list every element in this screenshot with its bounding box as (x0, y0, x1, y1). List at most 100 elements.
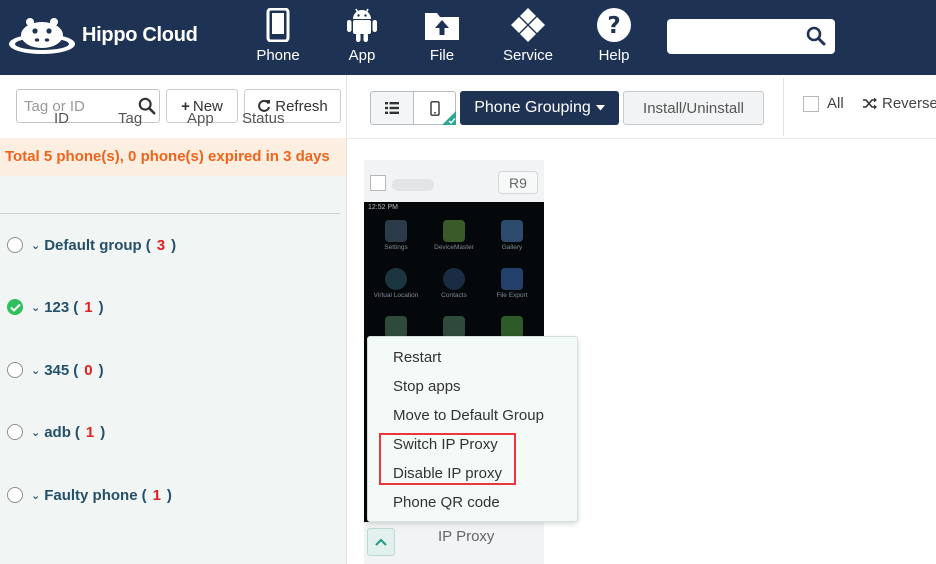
checkbox[interactable] (803, 95, 819, 112)
nav-phone[interactable]: Phone (243, 6, 313, 64)
select-all-checkbox[interactable]: All (803, 95, 844, 112)
phone-grouping-label: Phone Grouping (474, 99, 591, 116)
app-label: DeviceMaster (434, 244, 474, 251)
phone-id-redacted (392, 179, 434, 191)
nav-help[interactable]: ? Help (579, 6, 649, 64)
status-bar-time: 12:52 PM (368, 204, 398, 211)
android-icon (347, 8, 377, 42)
collapse-card-button[interactable] (367, 528, 395, 556)
group-radio[interactable] (7, 424, 23, 440)
gallery-app-icon (501, 220, 523, 242)
highlight-box (379, 433, 516, 485)
install-uninstall-button[interactable]: Install/Uninstall (623, 91, 764, 125)
app-label: Settings (384, 244, 408, 251)
app-logo[interactable]: Hippo Cloud (8, 14, 198, 56)
menu-item-stop-apps[interactable]: Stop apps (393, 378, 461, 395)
nav-app[interactable]: App (327, 6, 397, 64)
list-icon (385, 102, 399, 114)
contacts-app-icon (443, 268, 465, 290)
top-navigation-bar: Hippo Cloud Phone App File Service ? Hel… (0, 0, 936, 75)
app-label: Gallery (501, 244, 523, 251)
phone-select-checkbox[interactable] (370, 175, 386, 191)
group-name: Default group (44, 236, 142, 254)
column-header-tag[interactable]: Tag (118, 110, 142, 127)
help-icon: ? (597, 8, 631, 42)
group-count: 1 (84, 298, 93, 316)
group-count: 1 (85, 423, 95, 441)
select-all-label: All (827, 95, 844, 112)
group-count: 0 (84, 361, 93, 379)
group-row-adb[interactable]: ⌄ adb (1) (7, 422, 109, 442)
app-name: Hippo Cloud (82, 23, 198, 46)
toolbar-divider (783, 78, 784, 136)
devicemaster-app-icon (443, 220, 465, 242)
group-radio[interactable] (7, 362, 23, 378)
app-label: File Export (496, 292, 528, 299)
group-row-default[interactable]: ⌄ Default group (3) (7, 235, 180, 255)
chevron-down-icon[interactable]: ⌄ (31, 301, 40, 314)
nav-phone-label: Phone (256, 47, 300, 64)
top-search-box (667, 19, 835, 54)
check-icon (9, 303, 21, 312)
toolbar-bottom-border (347, 138, 936, 139)
chevron-up-icon (375, 538, 387, 546)
group-name: Faulty phone (44, 486, 138, 504)
reverse-label: Reverse (882, 95, 936, 112)
chevron-down-icon[interactable]: ⌄ (31, 489, 40, 502)
chevron-down-icon[interactable]: ⌄ (31, 426, 40, 439)
nav-file-label: File (429, 47, 455, 64)
chevron-down-icon[interactable]: ⌄ (31, 364, 40, 377)
nav-help-label: Help (598, 47, 630, 64)
nav-file[interactable]: File (407, 6, 477, 64)
phone-summary-banner: Total 5 phone(s), 0 phone(s) expired in … (0, 138, 346, 176)
app-label: Contacts (441, 292, 467, 299)
virtual-location-app-icon (385, 268, 407, 290)
column-header-divider (0, 213, 340, 214)
group-radio-checked[interactable] (7, 299, 23, 315)
app-icon (443, 316, 465, 338)
service-icon (511, 8, 545, 42)
lock-app-icon (501, 316, 523, 338)
phone-context-menu: Restart Stop apps Move to Default Group … (367, 336, 578, 522)
menu-item-restart[interactable]: Restart (393, 349, 441, 366)
shuffle-icon (863, 97, 877, 110)
menu-item-phone-qr-code[interactable]: Phone QR code (393, 494, 500, 511)
group-radio[interactable] (7, 487, 23, 503)
nav-service-label: Service (502, 47, 554, 64)
group-row-faulty-phone[interactable]: ⌄ Faulty phone (1) (7, 485, 176, 505)
phone-ip-proxy-label: IP Proxy (438, 528, 495, 545)
group-count: 1 (152, 486, 161, 504)
phone-icon (429, 100, 440, 116)
column-header-app[interactable]: App (187, 110, 214, 127)
group-name: 345 (44, 361, 70, 379)
reverse-selection-button[interactable]: Reverse (862, 95, 936, 112)
group-count: 3 (156, 236, 166, 254)
grid-view-button[interactable] (413, 91, 456, 125)
app-icon (385, 316, 407, 338)
phone-grouping-dropdown[interactable]: Phone Grouping (460, 91, 619, 125)
group-row-345[interactable]: ⌄ 345 (0) (7, 360, 108, 380)
selected-corner-check-icon (442, 111, 456, 125)
phone-model-badge: R9 (498, 171, 538, 194)
menu-item-move-to-default-group[interactable]: Move to Default Group (393, 407, 544, 424)
settings-app-icon (385, 220, 407, 242)
nav-app-label: App (348, 47, 376, 64)
phone-icon (266, 8, 290, 42)
column-header-status[interactable]: Status (242, 110, 285, 127)
hippo-logo-icon (9, 18, 75, 54)
nav-service[interactable]: Service (493, 6, 563, 64)
top-search-input[interactable] (673, 19, 797, 54)
column-header-id[interactable]: ID (54, 110, 69, 127)
search-icon[interactable] (806, 26, 826, 46)
app-label: Virtual Location (373, 292, 419, 299)
file-export-app-icon (501, 268, 523, 290)
svg-text:?: ? (607, 13, 620, 39)
caret-down-icon (595, 105, 605, 111)
sidebar-toolbar: + New Refresh (0, 75, 346, 138)
file-upload-icon (425, 13, 459, 40)
group-name: 123 (44, 298, 70, 316)
group-radio[interactable] (7, 237, 23, 253)
list-view-button[interactable] (370, 91, 414, 125)
group-row-123[interactable]: ⌄ 123 (1) (7, 297, 108, 317)
chevron-down-icon[interactable]: ⌄ (31, 239, 40, 252)
